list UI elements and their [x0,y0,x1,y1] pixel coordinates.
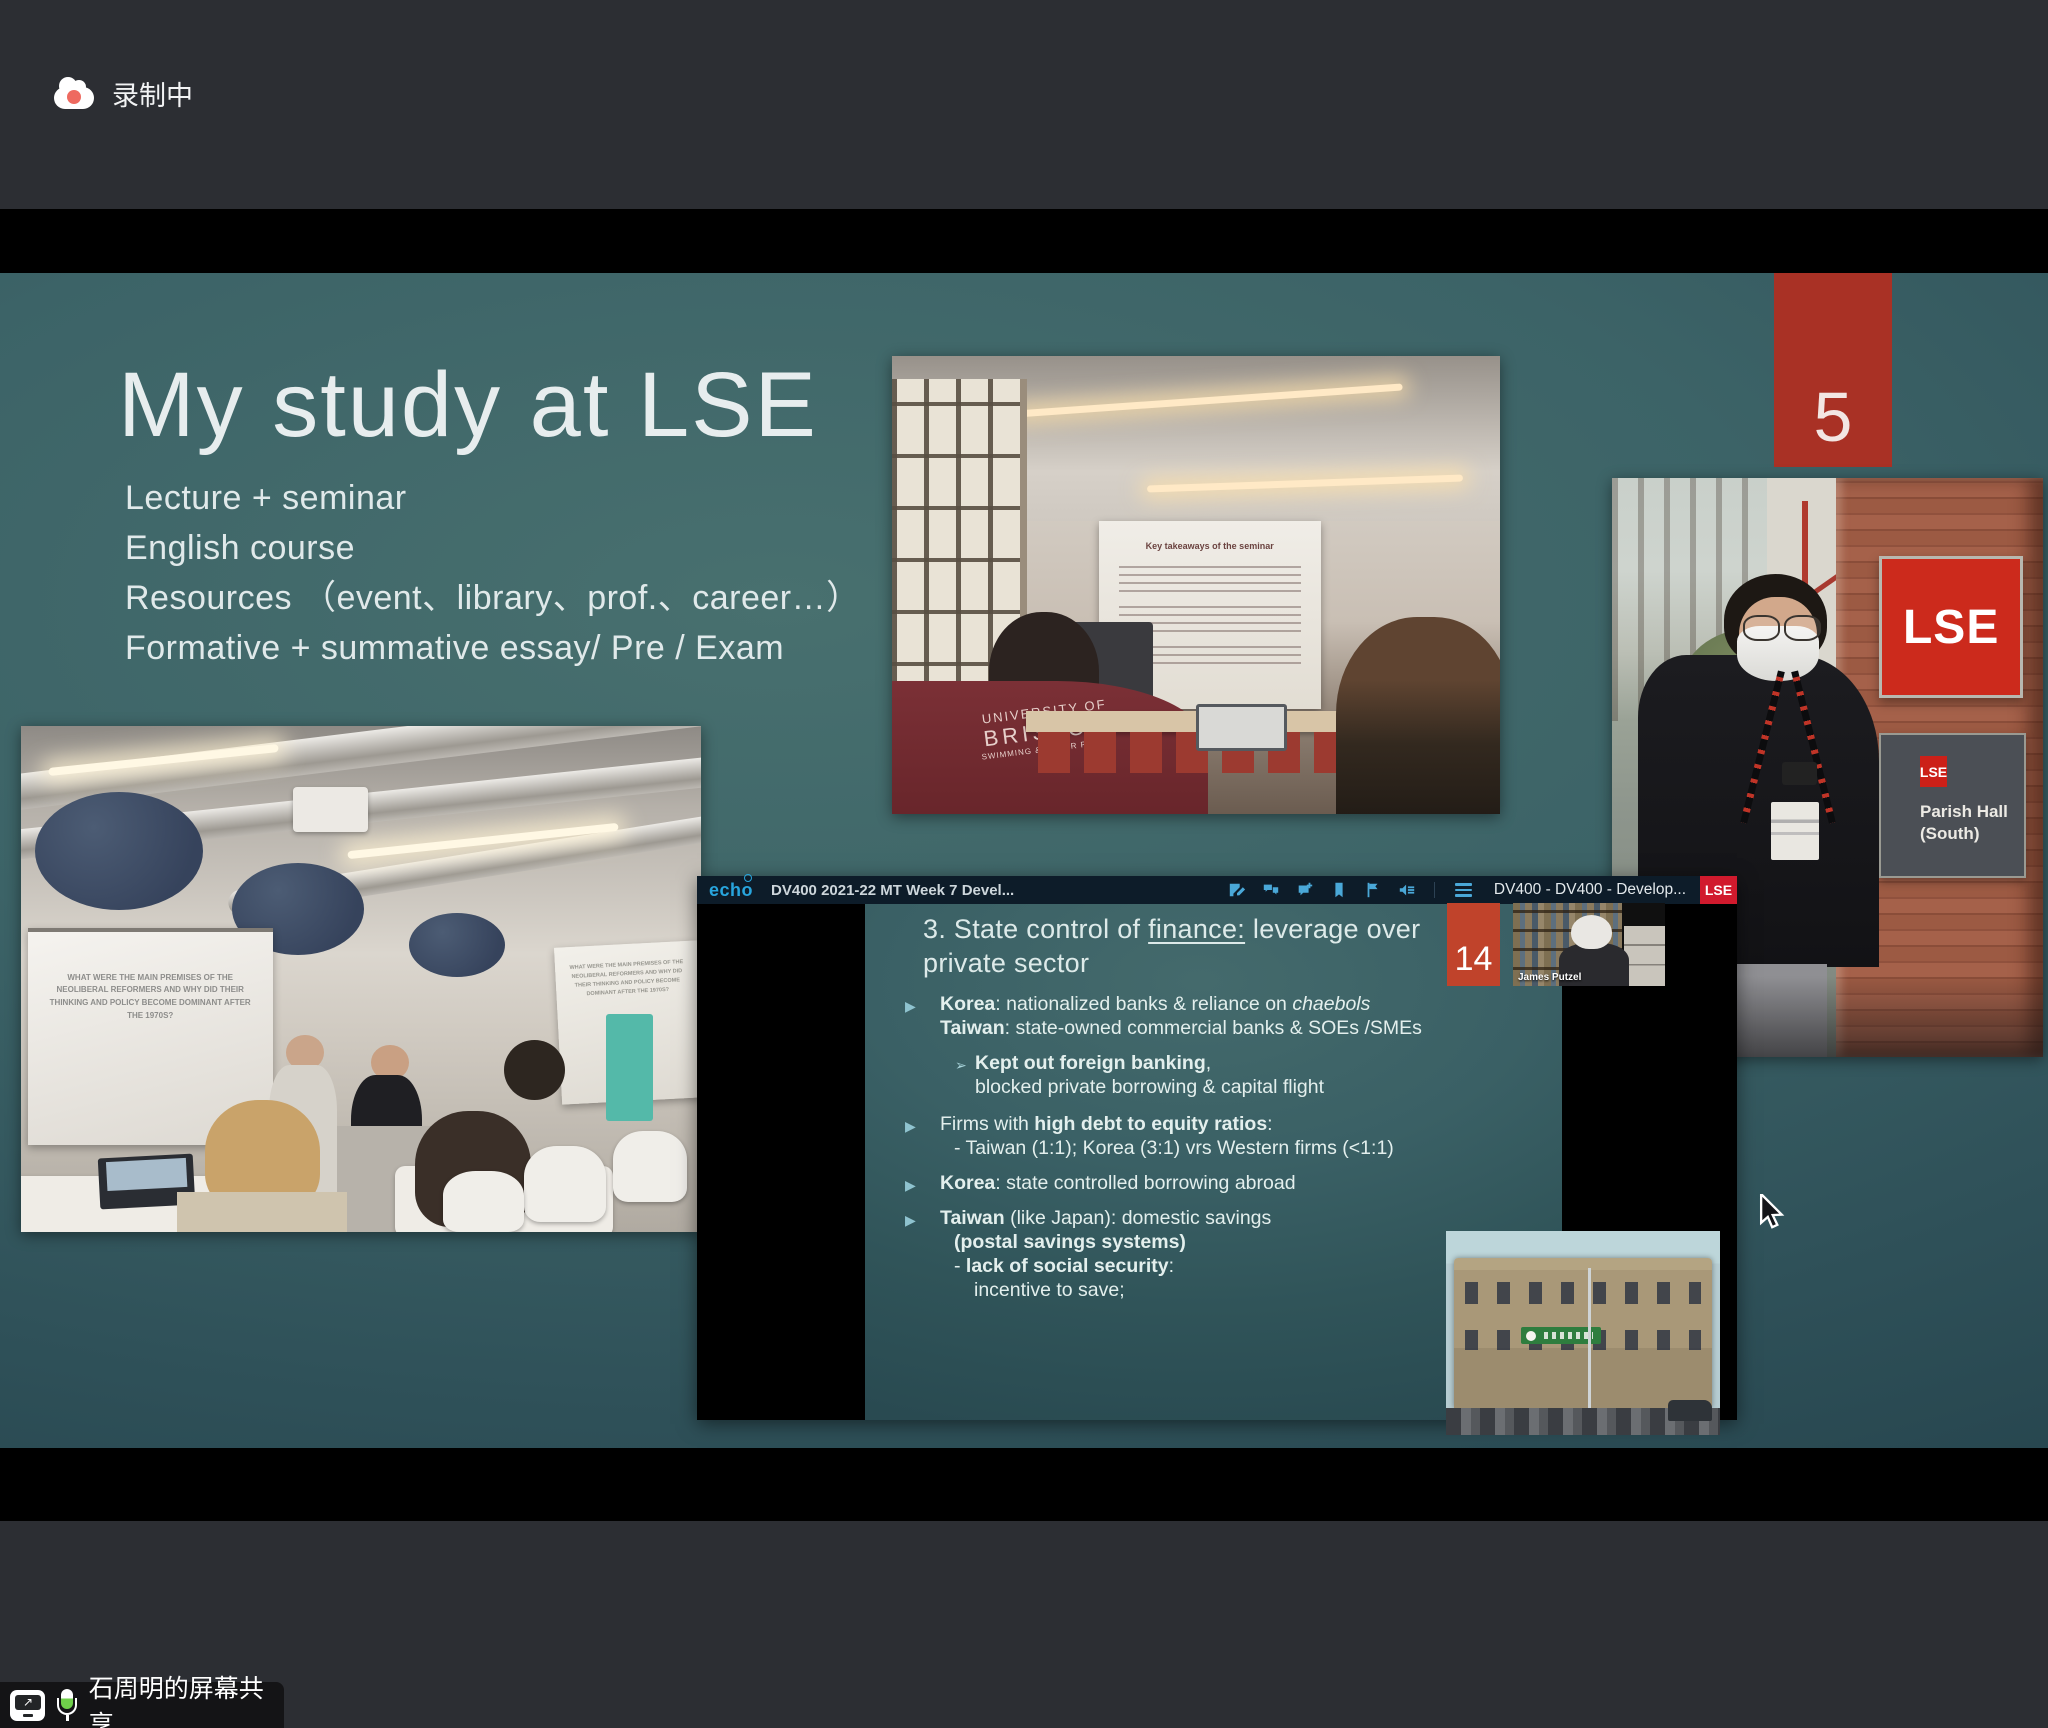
flag-pole [1588,1268,1591,1415]
recording-label: 录制中 [112,74,193,113]
student-head [504,1040,565,1101]
list-icon[interactable] [1455,883,1472,897]
slide-bullet: Formative + summative essay/ Pre / Exam [125,623,861,673]
cloud-recording-icon [54,87,94,109]
screen-share-icon: ↗ [10,1690,45,1721]
white-chair [443,1171,525,1232]
display-text: WHAT WERE THE MAIN PREMISES OF THE NEOLI… [47,972,253,1023]
car [1668,1400,1712,1420]
presenter-hair [1571,915,1612,950]
mouse-cursor [1758,1194,1790,1235]
white-chair [524,1146,606,1222]
session-title: DV400 2021-22 MT Week 7 Devel... [771,882,1014,899]
letterbox-bottom [0,1448,2048,1521]
lse-sign: LSE [1879,556,2023,698]
lanyard-clip [1782,762,1816,785]
id-badge [1771,802,1818,860]
slide-bullet: Resources （event、library、prof.、career…） [125,573,861,623]
presenter-name-label: James Putzel [1518,972,1581,983]
echo360-toolbar: echo DV400 2021-22 MT Week 7 Devel... [697,876,1737,904]
display-text: WHAT WERE THE MAIN PREMISES OF THE NEOLI… [564,957,691,999]
lse-badge: LSE [1700,876,1737,904]
glasses [1784,615,1820,641]
parish-hall-plaque: LSE Parish Hall (South) [1879,733,2026,878]
postal-bank-building-photo [1446,1231,1720,1435]
announcement-icon[interactable] [1397,880,1417,900]
plaque-text: Parish Hall (South) [1920,801,2024,845]
slide-bullet: English course [125,523,861,573]
subbullet-foreign-banking: ➢ Kept out foreign banking, blocked priv… [905,1051,1525,1099]
triangle-bullet-icon: ▶ [905,994,916,1018]
laptop [1196,704,1287,751]
share-label: 石周明的屏幕共享 [89,1669,284,1728]
echo360-player-screenshot: echo DV400 2021-22 MT Week 7 Devel... [697,876,1737,1420]
triangle-bullet-icon: ▶ [905,1208,916,1232]
acoustic-panel [35,792,203,910]
chat-icon[interactable] [1261,880,1281,900]
triangle-bullet-icon: ▶ [905,1114,916,1138]
building-windows [1465,1282,1702,1305]
teal-poster [606,1014,654,1120]
triangle-bullet-icon: ▶ [905,1173,916,1197]
acoustic-panel [409,913,505,977]
recording-indicator[interactable]: 录制中 [54,74,193,113]
ceiling-projector [293,787,368,833]
flag-icon[interactable] [1363,880,1383,900]
letterbox-top [0,209,2048,273]
slide-bullet-list: Lecture + seminar English course Resourc… [125,473,861,673]
lse-classroom-photo: WHAT WERE THE MAIN PREMISES OF THE NEOLI… [21,726,701,1232]
projected-slide-title: Key takeaways of the seminar [1099,541,1321,551]
bullet-debt-ratios: ▶ Firms with high debt to equity ratios:… [905,1112,1525,1160]
glasses [1743,615,1779,641]
filing-cabinet [1624,926,1665,986]
slide-page-number: 5 [1774,273,1892,467]
white-chair [613,1131,688,1202]
chat-add-icon[interactable] [1295,880,1315,900]
lecture-slide-body: ▶ Korea: nationalized banks & reliance o… [905,992,1525,1313]
seminar-classroom-photo: Key takeaways of the seminar UNIVERSITY … [892,356,1500,814]
bookmark-icon[interactable] [1329,880,1349,900]
note-icon[interactable] [1227,880,1247,900]
lecture-slide-page-number: 14 [1447,903,1500,986]
bullet-korea-taiwan-banks: ▶ Korea: nationalized banks & reliance o… [905,992,1525,1040]
course-title: DV400 - DV400 - Develop... [1494,881,1686,899]
student-body [177,1192,347,1232]
bullet-korea-borrowing: ▶ Korea: state controlled borrowing abro… [905,1171,1525,1195]
bullet-taiwan-savings: ▶ Taiwan (like Japan): domestic savings … [905,1206,1525,1302]
screen-share-view: 录制中 My study at LSE Lecture + seminar En… [0,0,2048,1728]
echo360-logo[interactable]: echo [709,880,753,901]
lecture-slide-title: 3. State control of finance: leverage ov… [923,912,1503,980]
arrow-bullet-icon: ➢ [955,1053,967,1077]
slide-bullet: Lecture + seminar [125,473,861,523]
presenter-webcam-thumbnail[interactable]: James Putzel [1513,903,1665,986]
student-head [1336,617,1500,814]
lse-logo-small: LSE [1920,756,1947,787]
microphone-icon[interactable] [57,1689,77,1721]
slide-title: My study at LSE [118,353,818,458]
screen-share-status-bar: ↗ 石周明的屏幕共享 [0,1682,284,1728]
